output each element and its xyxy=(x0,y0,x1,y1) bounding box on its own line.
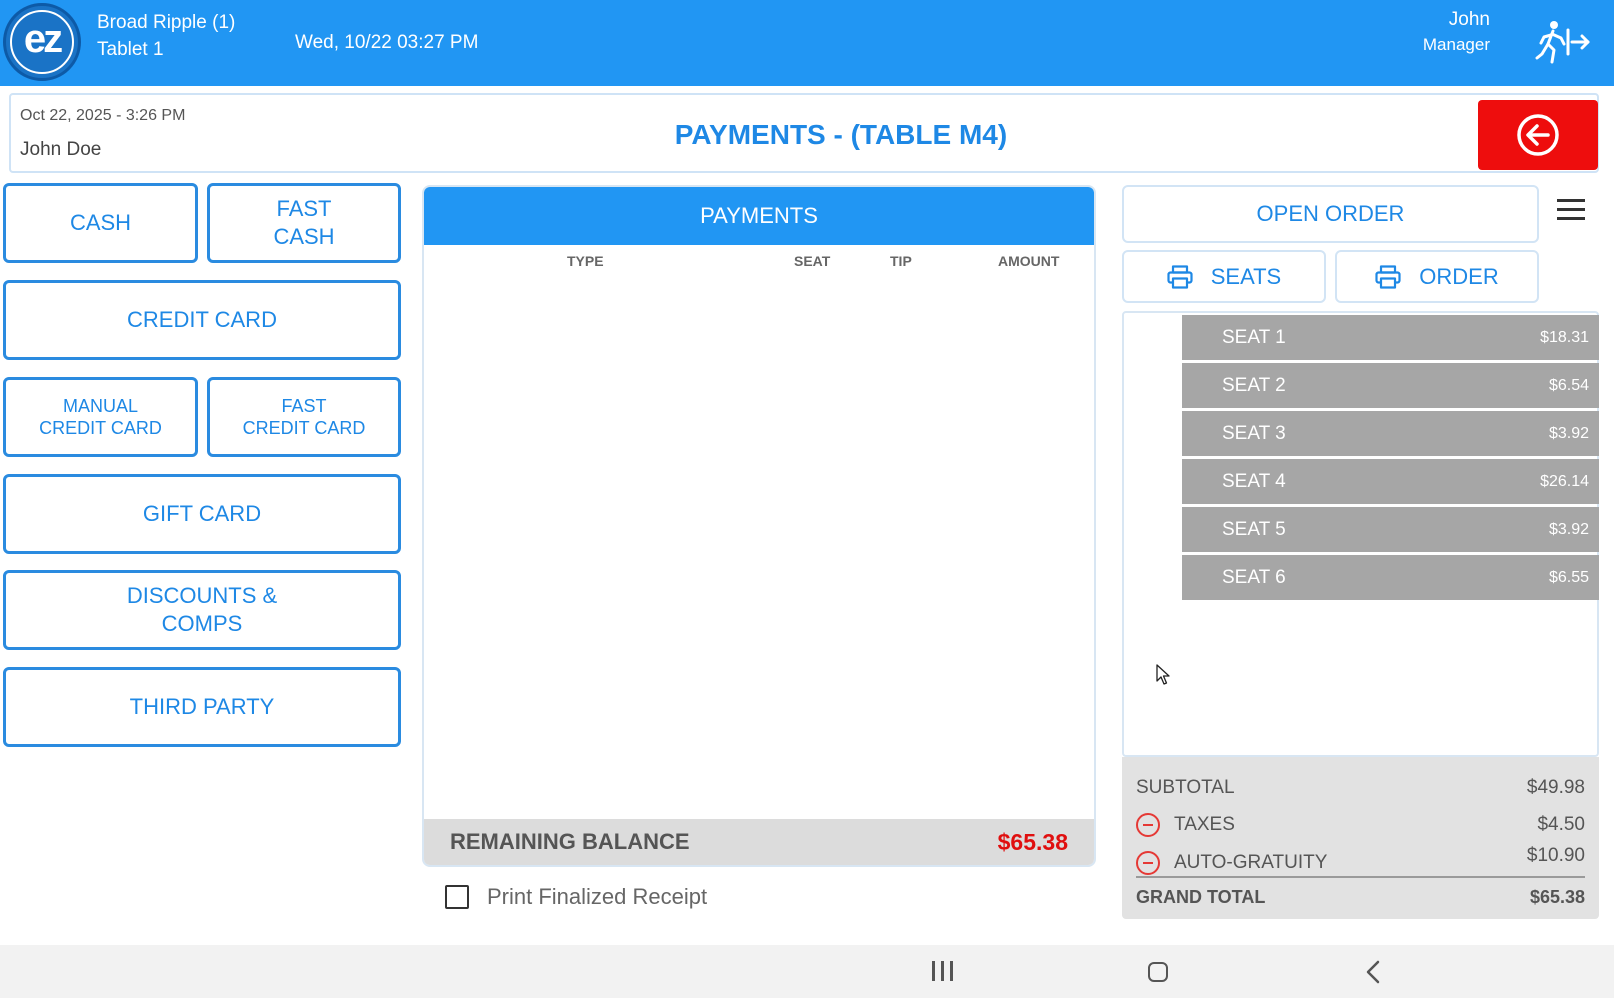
seat-amount: $18.31 xyxy=(1540,328,1589,346)
credit-card-button[interactable]: CREDIT CARD xyxy=(3,280,401,360)
taxes-label: TAXES xyxy=(1174,814,1235,835)
back-chevron-icon[interactable] xyxy=(1364,960,1384,984)
arrow-left-circle-icon xyxy=(1517,114,1559,156)
seat-amount: $3.92 xyxy=(1548,520,1589,538)
subtotal-row: SUBTOTAL $49.98 xyxy=(1136,777,1585,799)
print-seats-label: SEATS xyxy=(1210,263,1282,289)
column-tip: TIP xyxy=(890,253,912,269)
manual-credit-card-button[interactable]: MANUAL CREDIT CARD xyxy=(3,377,198,457)
column-amount: AMOUNT xyxy=(998,253,1060,269)
mouse-cursor-icon xyxy=(1156,664,1170,685)
seat-label: SEAT 3 xyxy=(1222,422,1286,444)
print-receipt-checkbox[interactable]: Print Finalized Receipt xyxy=(445,884,707,910)
subtotal-value: $49.98 xyxy=(1526,777,1585,798)
home-icon[interactable] xyxy=(1148,962,1168,982)
seat-amount: $6.55 xyxy=(1548,568,1589,586)
cash-button[interactable]: CASH xyxy=(3,183,198,263)
seat-row[interactable]: SEAT 5 $3.92 xyxy=(1182,507,1599,552)
printer-icon xyxy=(1167,264,1193,289)
seat-label: SEAT 1 xyxy=(1222,326,1286,348)
customer-name: John Doe xyxy=(20,139,102,160)
printer-icon xyxy=(1375,264,1401,289)
grand-total-label: GRAND TOTAL xyxy=(1136,887,1266,907)
seat-row[interactable]: SEAT 2 $6.54 xyxy=(1182,363,1599,408)
current-datetime: Wed, 10/22 03:27 PM xyxy=(295,32,479,53)
remaining-balance-label: REMAINING BALANCE xyxy=(450,829,690,854)
order-header: Oct 22, 2025 - 3:26 PM John Doe PAYMENTS… xyxy=(9,93,1599,173)
gratuity-row: AUTO-GRATUITY $10.90 xyxy=(1130,845,1585,875)
tablet-name: Tablet 1 xyxy=(97,39,164,60)
seats-panel: SEAT 1 $18.31 SEAT 2 $6.54 SEAT 3 $3.92 … xyxy=(1122,311,1599,757)
logout-icon[interactable] xyxy=(1534,18,1590,66)
seat-row[interactable]: SEAT 6 $6.55 xyxy=(1182,555,1599,600)
fast-credit-card-button[interactable]: FAST CREDIT CARD xyxy=(207,377,401,457)
logo-text: ez xyxy=(10,10,74,74)
page-title: PAYMENTS - (TABLE M4) xyxy=(674,119,1008,150)
taxes-value: $4.50 xyxy=(1537,814,1585,835)
third-party-button[interactable]: THIRD PARTY xyxy=(3,667,401,747)
seat-label: SEAT 2 xyxy=(1222,374,1286,396)
ez-logo: ez xyxy=(3,3,81,81)
user-role: Manager xyxy=(1422,35,1490,54)
remove-taxes-icon[interactable] xyxy=(1136,813,1160,837)
column-seat: SEAT xyxy=(794,253,831,269)
seat-label: SEAT 6 xyxy=(1222,566,1286,588)
totals-panel: SUBTOTAL $49.98 TAXES $4.50 AUTO-GRATUIT… xyxy=(1122,757,1599,919)
grand-total-row: GRAND TOTAL $65.38 xyxy=(1136,887,1585,908)
gratuity-label: AUTO-GRATUITY xyxy=(1174,852,1328,873)
grand-total-value: $65.38 xyxy=(1529,887,1585,907)
store-name: Broad Ripple (1) xyxy=(97,12,236,33)
seat-label: SEAT 4 xyxy=(1222,470,1286,492)
print-order-button[interactable]: ORDER xyxy=(1335,250,1539,303)
gift-card-button[interactable]: GIFT CARD xyxy=(3,474,401,554)
seat-amount: $6.54 xyxy=(1548,376,1589,394)
seat-row[interactable]: SEAT 4 $26.14 xyxy=(1182,459,1599,504)
user-name: John xyxy=(1448,9,1490,30)
print-order-label: ORDER xyxy=(1419,263,1499,289)
print-receipt-label: Print Finalized Receipt xyxy=(487,884,708,909)
fast-cash-button[interactable]: FAST CASH xyxy=(207,183,401,263)
seat-amount: $3.92 xyxy=(1548,424,1589,442)
subtotal-label: SUBTOTAL xyxy=(1136,777,1235,798)
system-nav-bar xyxy=(0,945,1614,998)
hamburger-menu-icon[interactable] xyxy=(1557,199,1585,227)
payments-panel: PAYMENTS TYPE SEAT TIP AMOUNT REMAINING … xyxy=(422,185,1096,867)
seat-row[interactable]: SEAT 1 $18.31 xyxy=(1182,315,1599,360)
remove-gratuity-icon[interactable] xyxy=(1136,851,1160,875)
open-order-button[interactable]: OPEN ORDER xyxy=(1122,185,1539,243)
print-seats-button[interactable]: SEATS xyxy=(1122,250,1326,303)
column-type: TYPE xyxy=(567,253,604,269)
order-date: Oct 22, 2025 - 3:26 PM xyxy=(20,107,186,124)
back-button[interactable] xyxy=(1478,100,1598,170)
checkbox[interactable] xyxy=(445,885,469,909)
totals-divider xyxy=(1136,876,1585,878)
taxes-row: TAXES $4.50 xyxy=(1130,813,1585,837)
seat-amount: $26.14 xyxy=(1540,472,1589,490)
gratuity-value: $10.90 xyxy=(1526,845,1585,866)
discounts-comps-button[interactable]: DISCOUNTS & COMPS xyxy=(3,570,401,650)
remaining-balance-bar: REMAINING BALANCE $65.38 xyxy=(424,819,1094,865)
payments-header: PAYMENTS xyxy=(424,187,1094,245)
recent-apps-icon[interactable] xyxy=(932,961,956,983)
seat-row[interactable]: SEAT 3 $3.92 xyxy=(1182,411,1599,456)
top-bar: ez Broad Ripple (1) Tablet 1 Wed, 10/22 … xyxy=(0,0,1614,86)
seat-label: SEAT 5 xyxy=(1222,518,1286,540)
remaining-balance-value: $65.38 xyxy=(997,828,1068,855)
